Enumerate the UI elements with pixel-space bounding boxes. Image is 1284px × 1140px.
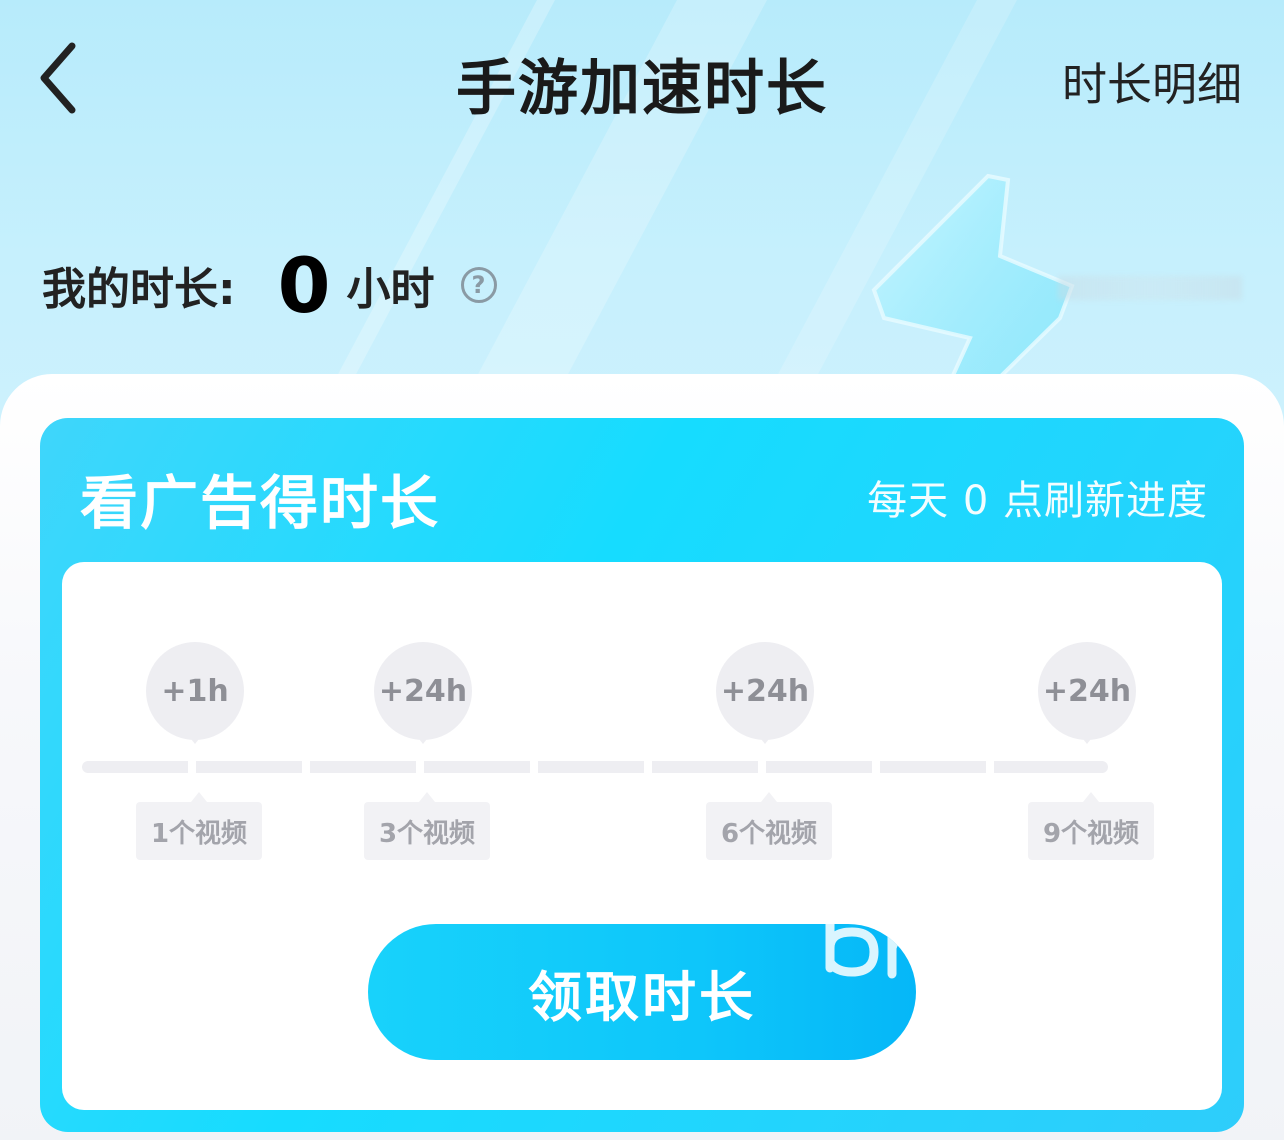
page-title: 手游加速时长	[456, 54, 828, 124]
progress-panel: +1h +24h +24h +24h 1个视频 3个视频 6个视频 9个视频 领…	[62, 562, 1222, 1110]
bubble-tail	[1079, 734, 1095, 744]
step-label: 1个视频	[136, 792, 262, 860]
milestone-1: +1h	[146, 642, 244, 752]
bubble-tail	[757, 734, 773, 744]
ad-reward-card: 看广告得时长 每天 0 点刷新进度 +1h +24h +24h +24h 1个视…	[40, 418, 1244, 1132]
reward-bubble: +24h	[374, 642, 472, 740]
my-duration-value: 0	[277, 240, 331, 330]
claim-button-label: 领取时长	[528, 965, 756, 1029]
progress-segment	[994, 761, 1108, 773]
watermark-logo-icon	[825, 924, 912, 979]
step-label: 6个视频	[706, 792, 832, 860]
milestone-4: +24h	[1038, 642, 1136, 752]
milestone-3: +24h	[716, 642, 814, 752]
my-duration-label: 我的时长:	[42, 264, 236, 315]
my-duration-row: 我的时长: 0 小时 ?	[42, 240, 497, 330]
step-label: 3个视频	[364, 792, 490, 860]
back-arrow-icon[interactable]	[36, 40, 86, 116]
card-title: 看广告得时长	[80, 469, 441, 537]
milestone-2: +24h	[374, 642, 472, 752]
help-icon[interactable]: ?	[460, 267, 497, 303]
progress-segment	[82, 761, 188, 773]
progress-segment	[310, 761, 416, 773]
duration-detail-link[interactable]: 时长明细	[1062, 48, 1242, 113]
progress-segment	[880, 761, 986, 773]
my-duration-unit: 小时	[346, 264, 435, 315]
reward-bubble: +1h	[146, 642, 244, 740]
progress-segment	[196, 761, 302, 773]
claim-duration-button[interactable]: 领取时长	[368, 924, 916, 1060]
bubble-tail	[415, 734, 431, 744]
blurred-hint	[1058, 276, 1242, 300]
step-label: 9个视频	[1028, 792, 1154, 860]
refresh-note: 每天 0 点刷新进度	[867, 478, 1208, 524]
reward-bubble: +24h	[1038, 642, 1136, 740]
progress-segment	[538, 761, 644, 773]
reward-bubble: +24h	[716, 642, 814, 740]
progress-segment	[652, 761, 758, 773]
bubble-tail	[187, 734, 203, 744]
progress-segment	[766, 761, 872, 773]
progress-segment	[424, 761, 530, 773]
